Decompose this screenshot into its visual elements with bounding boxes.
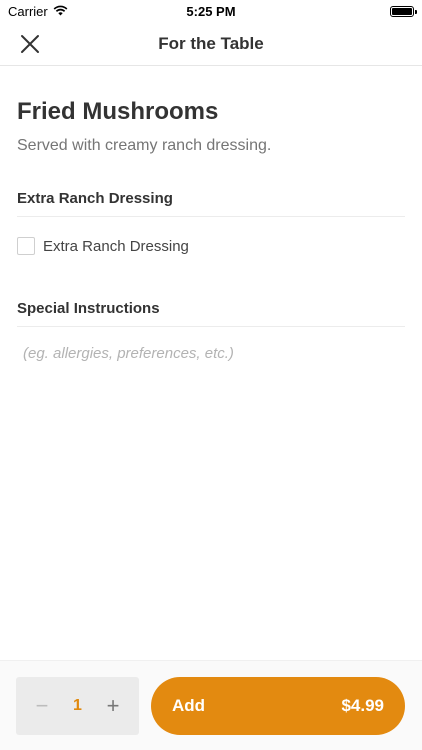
- special-instructions-input[interactable]: [17, 338, 405, 368]
- status-bar: Carrier 5:25 PM: [0, 0, 422, 22]
- quantity-value: 1: [73, 697, 82, 714]
- wifi-icon: [53, 4, 68, 19]
- battery-icon: [390, 5, 417, 17]
- decrement-button[interactable]: −: [28, 692, 56, 720]
- nav-bar: For the Table: [0, 22, 422, 66]
- add-button-label: Add: [172, 696, 206, 715]
- add-button-price: $4.99: [341, 696, 384, 715]
- special-instructions-header: Special Instructions: [17, 300, 405, 327]
- close-icon: [21, 35, 39, 53]
- quantity-stepper: − 1 +: [16, 677, 139, 735]
- carrier-group: Carrier: [8, 4, 68, 19]
- item-detail-screen: Carrier 5:25 PM For the Table Fried Mush…: [0, 0, 422, 750]
- page-title: For the Table: [158, 33, 264, 53]
- item-description: Served with creamy ranch dressing.: [17, 137, 272, 154]
- modifier-option-extra-ranch[interactable]: Extra Ranch Dressing: [17, 236, 405, 256]
- modifier-option-label: Extra Ranch Dressing: [43, 237, 189, 255]
- close-button[interactable]: [14, 28, 46, 60]
- item-info: Fried Mushrooms Served with creamy ranch…: [17, 96, 405, 157]
- extra-ranch-checkbox[interactable]: [17, 237, 35, 255]
- carrier-label: Carrier: [8, 3, 48, 19]
- item-name: Fried Mushrooms: [17, 98, 219, 125]
- increment-button[interactable]: +: [99, 692, 127, 720]
- modifier-section-header: Extra Ranch Dressing: [17, 190, 405, 217]
- footer-bar: − 1 + Add $4.99: [0, 660, 422, 750]
- add-to-cart-button[interactable]: Add $4.99: [151, 677, 405, 735]
